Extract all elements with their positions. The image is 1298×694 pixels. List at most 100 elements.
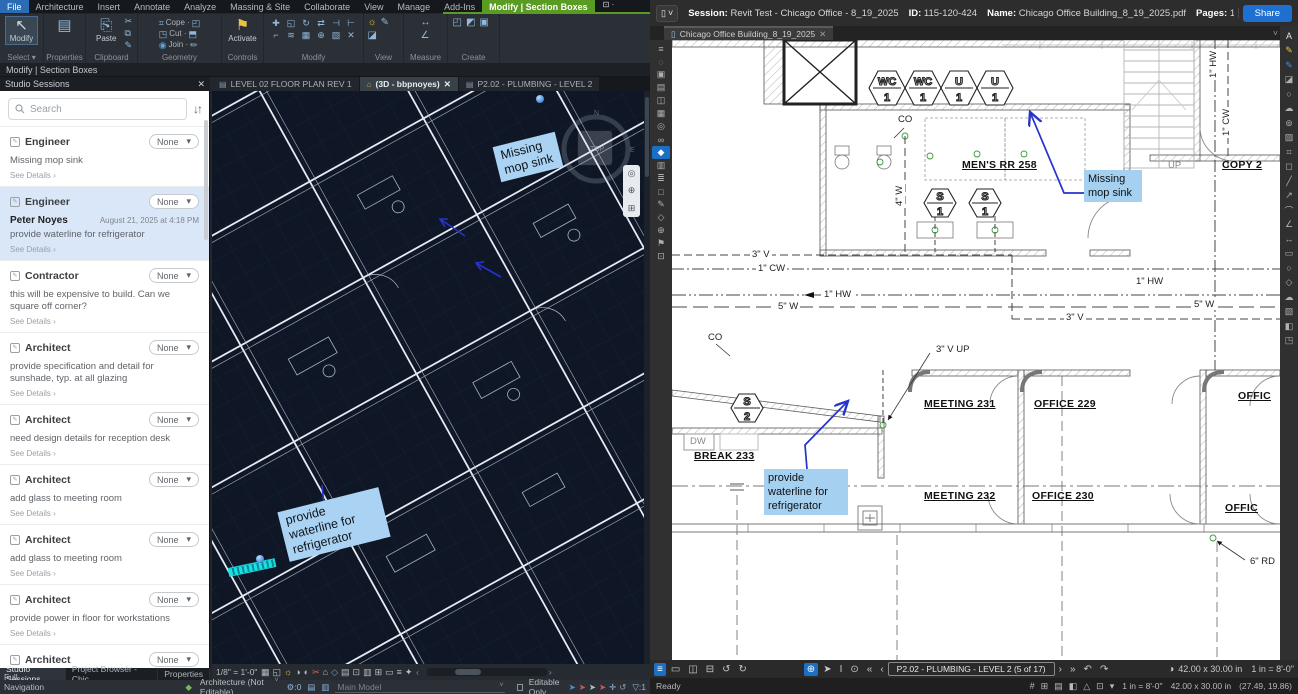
stamp-tool-icon[interactable]: ⊚ [1280, 116, 1298, 131]
cope-button[interactable]: Cope · [166, 18, 190, 28]
tab-project-browser[interactable]: Project Browser - Chic... [66, 668, 158, 680]
tag-wc-2[interactable]: WC1 [905, 71, 941, 105]
pdf-markup-missing-mop-sink[interactable]: Missing mop sink [1084, 170, 1142, 202]
tab-file[interactable]: File [0, 0, 29, 13]
create-box-icon[interactable]: ◰ [451, 16, 464, 29]
rotate-ccw-icon[interactable]: ↺ [719, 663, 733, 676]
measure-angle-icon[interactable]: ∠ [419, 29, 433, 42]
tag-u-1[interactable]: U1 [941, 71, 977, 105]
delete-tool-icon[interactable]: ✕ [344, 29, 358, 41]
single-page-icon[interactable]: ▭ [668, 663, 683, 676]
doctab-3d[interactable]: ⌂(3D - bbpnoyes)✕ [360, 77, 459, 91]
signatures-icon[interactable]: ✎ [652, 198, 670, 211]
paste-button[interactable]: ⎘ Paste [91, 16, 121, 45]
first-page-icon[interactable]: « [864, 663, 876, 676]
grid-icon[interactable]: # [1030, 681, 1035, 692]
view-horizontal-scrollbar[interactable] [427, 668, 547, 676]
status-dropdown[interactable]: None▾ [149, 412, 199, 427]
split-view-icon[interactable]: ⊟ [703, 663, 717, 676]
select-underlay-icon[interactable]: ➤ [579, 682, 586, 693]
measure-area-icon[interactable]: ◧ [1280, 319, 1298, 334]
select-pinned-icon[interactable]: ➤ [589, 682, 596, 693]
editing-requests-icon[interactable]: ⚙:0 [287, 682, 302, 693]
tag-u-2[interactable]: U1 [977, 71, 1013, 105]
steering-wheel-icon[interactable]: ◎ [628, 168, 636, 179]
copy-icon[interactable]: ⧉ [124, 28, 132, 39]
flags-icon[interactable]: ⚑ [652, 237, 670, 250]
create-group-icon[interactable]: ◩ [464, 16, 477, 29]
scale-tool-icon[interactable]: ▧ [329, 29, 343, 41]
select-group-label[interactable]: Select ▾ [7, 53, 35, 62]
match-type-icon[interactable]: ✎ [124, 40, 132, 51]
session-entry[interactable]: ✎ Architect None▾ provide power in floor… [0, 584, 209, 644]
properties-panel-icon[interactable]: ⊡ [652, 250, 670, 263]
constraints-icon[interactable]: ⊞ [373, 667, 384, 678]
tabbar-chevron-icon[interactable]: ˅ [1273, 28, 1278, 38]
prev-page-icon[interactable]: ‹ [877, 663, 886, 676]
create-insert-icon[interactable]: ▣ [477, 16, 490, 29]
studio-panel-icon[interactable]: ◆ [652, 146, 670, 159]
tab-massing-site[interactable]: Massing & Site [223, 0, 297, 13]
text-tool-icon[interactable]: A [1280, 29, 1298, 44]
search-input[interactable]: Search [8, 98, 187, 120]
design-options-dropdown[interactable]: Main Model [335, 682, 505, 693]
navigation-bar[interactable]: ◎ ⊕ ⊞ [623, 165, 640, 217]
spaces-icon[interactable]: □ [652, 185, 670, 198]
lightbulb-tool-icon[interactable]: ☼ [366, 16, 379, 29]
trim-tool-icon[interactable]: ⌐ [269, 29, 283, 41]
split-tool-icon[interactable]: ⊢ [344, 17, 358, 29]
search-panel-icon[interactable]: ◎ [652, 120, 670, 133]
pen-tool-icon[interactable]: ✎ [1280, 58, 1298, 73]
temporary-hide-icon[interactable]: ▤ [340, 667, 352, 678]
filter-icon[interactable]: ▽:1 [632, 682, 646, 693]
tag-wc-1[interactable]: WC1 [869, 71, 905, 105]
see-details-link[interactable]: See Details › [10, 317, 199, 326]
hide-tool-icon[interactable]: ◪ [366, 29, 379, 42]
rotate-tool-icon[interactable]: ↻ [299, 17, 313, 29]
tag-s-1[interactable]: S1 [924, 189, 956, 218]
arc-tool-icon[interactable]: ⌒ [1280, 203, 1298, 218]
see-details-link[interactable]: See Details › [10, 449, 199, 458]
markup-sphere[interactable] [256, 555, 264, 563]
close-icon[interactable]: ✕ [444, 79, 451, 90]
file-menu-button[interactable]: ▯˅ [656, 5, 678, 22]
doctab-p202[interactable]: ▤P2.02 - PLUMBING - LEVEL 2 [459, 77, 601, 91]
image-tool-icon[interactable]: ▨ [1280, 131, 1298, 146]
properties-button[interactable]: ▤ [52, 16, 76, 36]
snap-icon[interactable]: ✛ [609, 682, 616, 693]
close-icon[interactable]: ✕ [819, 29, 826, 40]
layers-icon[interactable]: ≣ [652, 172, 670, 185]
pdf-doc-tab[interactable]: ▯ Chicago Office Building_8_19_2025 ✕ [664, 26, 833, 40]
sort-icon[interactable]: ↓↑ [193, 102, 201, 116]
sync-icon[interactable]: △ [1083, 681, 1090, 692]
rectangle-tool-icon[interactable]: ▭ [1280, 247, 1298, 262]
panel-scrollbar[interactable] [204, 120, 208, 660]
panel-menu-icon[interactable]: ≡ [652, 42, 670, 55]
tab-analyze[interactable]: Analyze [177, 0, 223, 13]
refresh-icon[interactable]: ↺ [619, 682, 626, 693]
doctab-level02[interactable]: ▤LEVEL 02 FLOOR PLAN REV 1 [212, 77, 360, 91]
align-tool-icon[interactable]: ⊣ [329, 17, 343, 29]
highlight-tool-icon[interactable]: ✎ [1280, 44, 1298, 59]
design-options-icon[interactable]: ▥ [321, 682, 329, 693]
session-entry[interactable]: ✎ Contractor None▾ this will be expensiv… [0, 260, 209, 332]
reveal-hidden-icon[interactable]: ⊡ [351, 667, 362, 678]
select-tool-icon[interactable]: ➤ [820, 663, 834, 676]
links-icon[interactable]: ∞ [652, 133, 670, 146]
panel-close-icon[interactable]: ✕ [197, 79, 205, 90]
last-page-icon[interactable]: » [1067, 663, 1079, 676]
display-icon[interactable]: ≡ [395, 667, 403, 678]
tab-insert[interactable]: Insert [91, 0, 128, 13]
session-entry-selected[interactable]: ✎ Engineer None▾ Peter Noyes August 21, … [0, 186, 209, 260]
text-select-icon[interactable]: I [837, 663, 846, 676]
pan-nav-icon[interactable]: ⊞ [628, 203, 636, 214]
linework-tool-icon[interactable]: ✎ [379, 16, 391, 29]
pan-tool-icon[interactable]: ⊕ [804, 663, 818, 676]
next-view-icon[interactable]: ↷ [1097, 663, 1111, 676]
array-tool-icon[interactable]: ▦ [299, 29, 313, 41]
status-dropdown[interactable]: None▾ [149, 194, 199, 209]
join-extra-icon[interactable]: ✏ [190, 40, 198, 50]
tab-annotate[interactable]: Annotate [127, 0, 177, 13]
mirror-tool-icon[interactable]: ⇄ [314, 17, 328, 29]
section-box-icon[interactable]: ▭ [384, 667, 396, 678]
